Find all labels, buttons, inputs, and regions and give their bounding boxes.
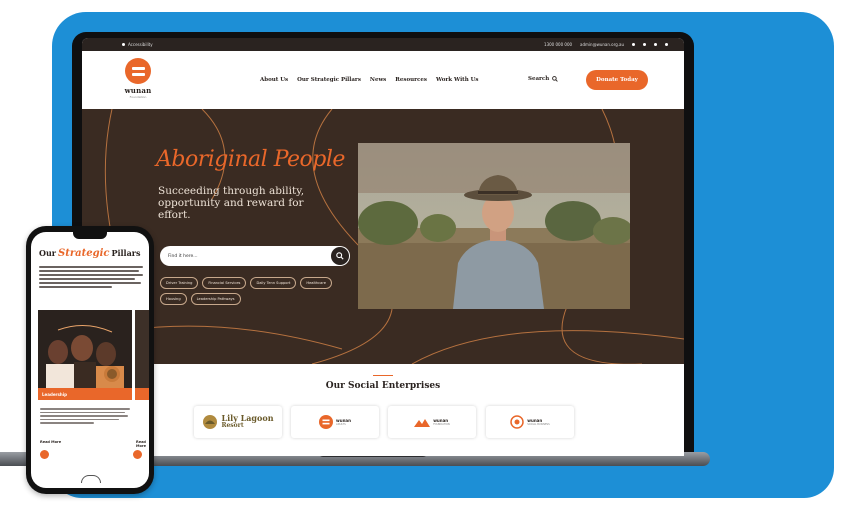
main-header: wunan Foundation About Us Our Strategic … (82, 51, 684, 109)
pillar-card-label: Leadership (38, 388, 132, 400)
laptop-screen: Accessibility 1300 000 000 admin@wunan.o… (82, 38, 684, 456)
logo-sub: Foundation (129, 95, 147, 99)
pillar-card-next-label (135, 388, 149, 400)
enterprises-title: Our Social Enterprises (325, 381, 441, 391)
quick-link[interactable]: Leadership Pathways (190, 293, 241, 305)
wunan-ring-logo-icon (510, 415, 525, 429)
nav-news[interactable]: News (370, 77, 386, 83)
quick-link[interactable]: Financial Services (202, 277, 247, 289)
wunan-logo-icon (319, 415, 334, 429)
facebook-icon[interactable] (632, 43, 635, 46)
accessibility-icon[interactable] (122, 43, 125, 46)
nav-work-with-us[interactable]: Work With Us (436, 77, 479, 83)
pillar-card-text (40, 408, 130, 426)
youtube-icon[interactable] (665, 43, 668, 46)
email-link[interactable]: admin@wunan.org.au (580, 42, 624, 47)
logo-text: wunan (124, 86, 152, 95)
linkedin-icon[interactable] (654, 43, 657, 46)
phone-title-left: Our (39, 248, 56, 258)
utility-bar: Accessibility 1300 000 000 admin@wunan.o… (82, 38, 684, 51)
home-indicator-icon (81, 475, 101, 483)
enterprise-card-wunan-adults[interactable]: wunan ADULTS (291, 406, 379, 438)
hero-script-title: Aboriginal People (156, 147, 345, 172)
hero-section: Aboriginal People Succeeding through abi… (82, 109, 684, 364)
accessibility-link[interactable]: Accessibility (128, 42, 153, 47)
enterprise-card-lily-lagoon[interactable]: Lily Lagoon Resort (194, 406, 282, 438)
quick-link[interactable]: Driver Training (160, 277, 199, 289)
hero-search-button[interactable] (331, 247, 349, 265)
quick-link[interactable]: Daily Tenn Support (250, 277, 297, 289)
hero-search-placeholder: Find it here... (168, 253, 198, 259)
phone-link[interactable]: 1300 000 000 (544, 42, 572, 47)
enterprise-sub: SOCIAL BUSINESS (527, 422, 550, 426)
instagram-icon[interactable] (643, 43, 646, 46)
pillar-card-photo[interactable] (38, 310, 132, 388)
hero-search-input[interactable]: Find it here... (160, 246, 350, 266)
enterprise-card-wunan-foundation[interactable]: wunan FOUNDATION (388, 406, 476, 438)
read-more-link-next[interactable]: Read More (136, 440, 149, 448)
enterprise-sub: FOUNDATION (433, 422, 450, 426)
search-icon (552, 76, 558, 82)
lily-lagoon-logo-icon (203, 415, 218, 429)
hero-photo (358, 143, 630, 309)
quick-link[interactable]: Housing (160, 293, 187, 305)
phone-title-script: Strategic (58, 248, 110, 259)
phone-frame: Our Strategic Pillars Leadership Read Mo… (26, 226, 154, 494)
hero-subtitle: Succeeding through ability, opportunity … (158, 185, 305, 221)
arrow-left-icon[interactable] (40, 450, 49, 459)
nav-strategic-pillars[interactable]: Our Strategic Pillars (297, 77, 361, 83)
nav-resources[interactable]: Resources (395, 77, 427, 83)
phone-intro-text (39, 266, 143, 290)
search-label: Search (528, 76, 550, 82)
arrow-right-icon[interactable] (133, 450, 142, 459)
pillar-card-next[interactable] (135, 310, 149, 388)
quick-links: Driver Training Financial Services Daily… (160, 277, 360, 305)
nav-about-us[interactable]: About Us (260, 77, 288, 83)
nav-search[interactable]: Search (528, 76, 558, 82)
phone-notch (73, 232, 107, 239)
enterprise-sub: Resort (221, 422, 244, 429)
phone-section-title: Our Strategic Pillars (39, 248, 141, 259)
quick-link[interactable]: Healthcare (300, 277, 332, 289)
phone-screen: Our Strategic Pillars Leadership Read Mo… (31, 232, 149, 488)
main-nav: About Us Our Strategic Pillars News Reso… (260, 77, 479, 83)
section-rule (373, 375, 393, 376)
read-more-link[interactable]: Read More (40, 440, 61, 444)
enterprise-sub: ADULTS (336, 422, 346, 426)
donate-button[interactable]: Donate Today (586, 70, 648, 90)
search-icon (336, 252, 344, 260)
mountains-icon (414, 419, 431, 427)
logo-icon (125, 58, 151, 84)
social-enterprises-section: Our Social Enterprises Lily Lagoon Resor… (82, 364, 684, 456)
wunan-logo[interactable]: wunan Foundation (118, 58, 158, 102)
enterprise-card-wunan-social-business[interactable]: wunan SOCIAL BUSINESS (486, 406, 574, 438)
phone-title-right: Pillars (111, 248, 141, 258)
enterprise-name: Lily Lagoon (221, 413, 274, 423)
